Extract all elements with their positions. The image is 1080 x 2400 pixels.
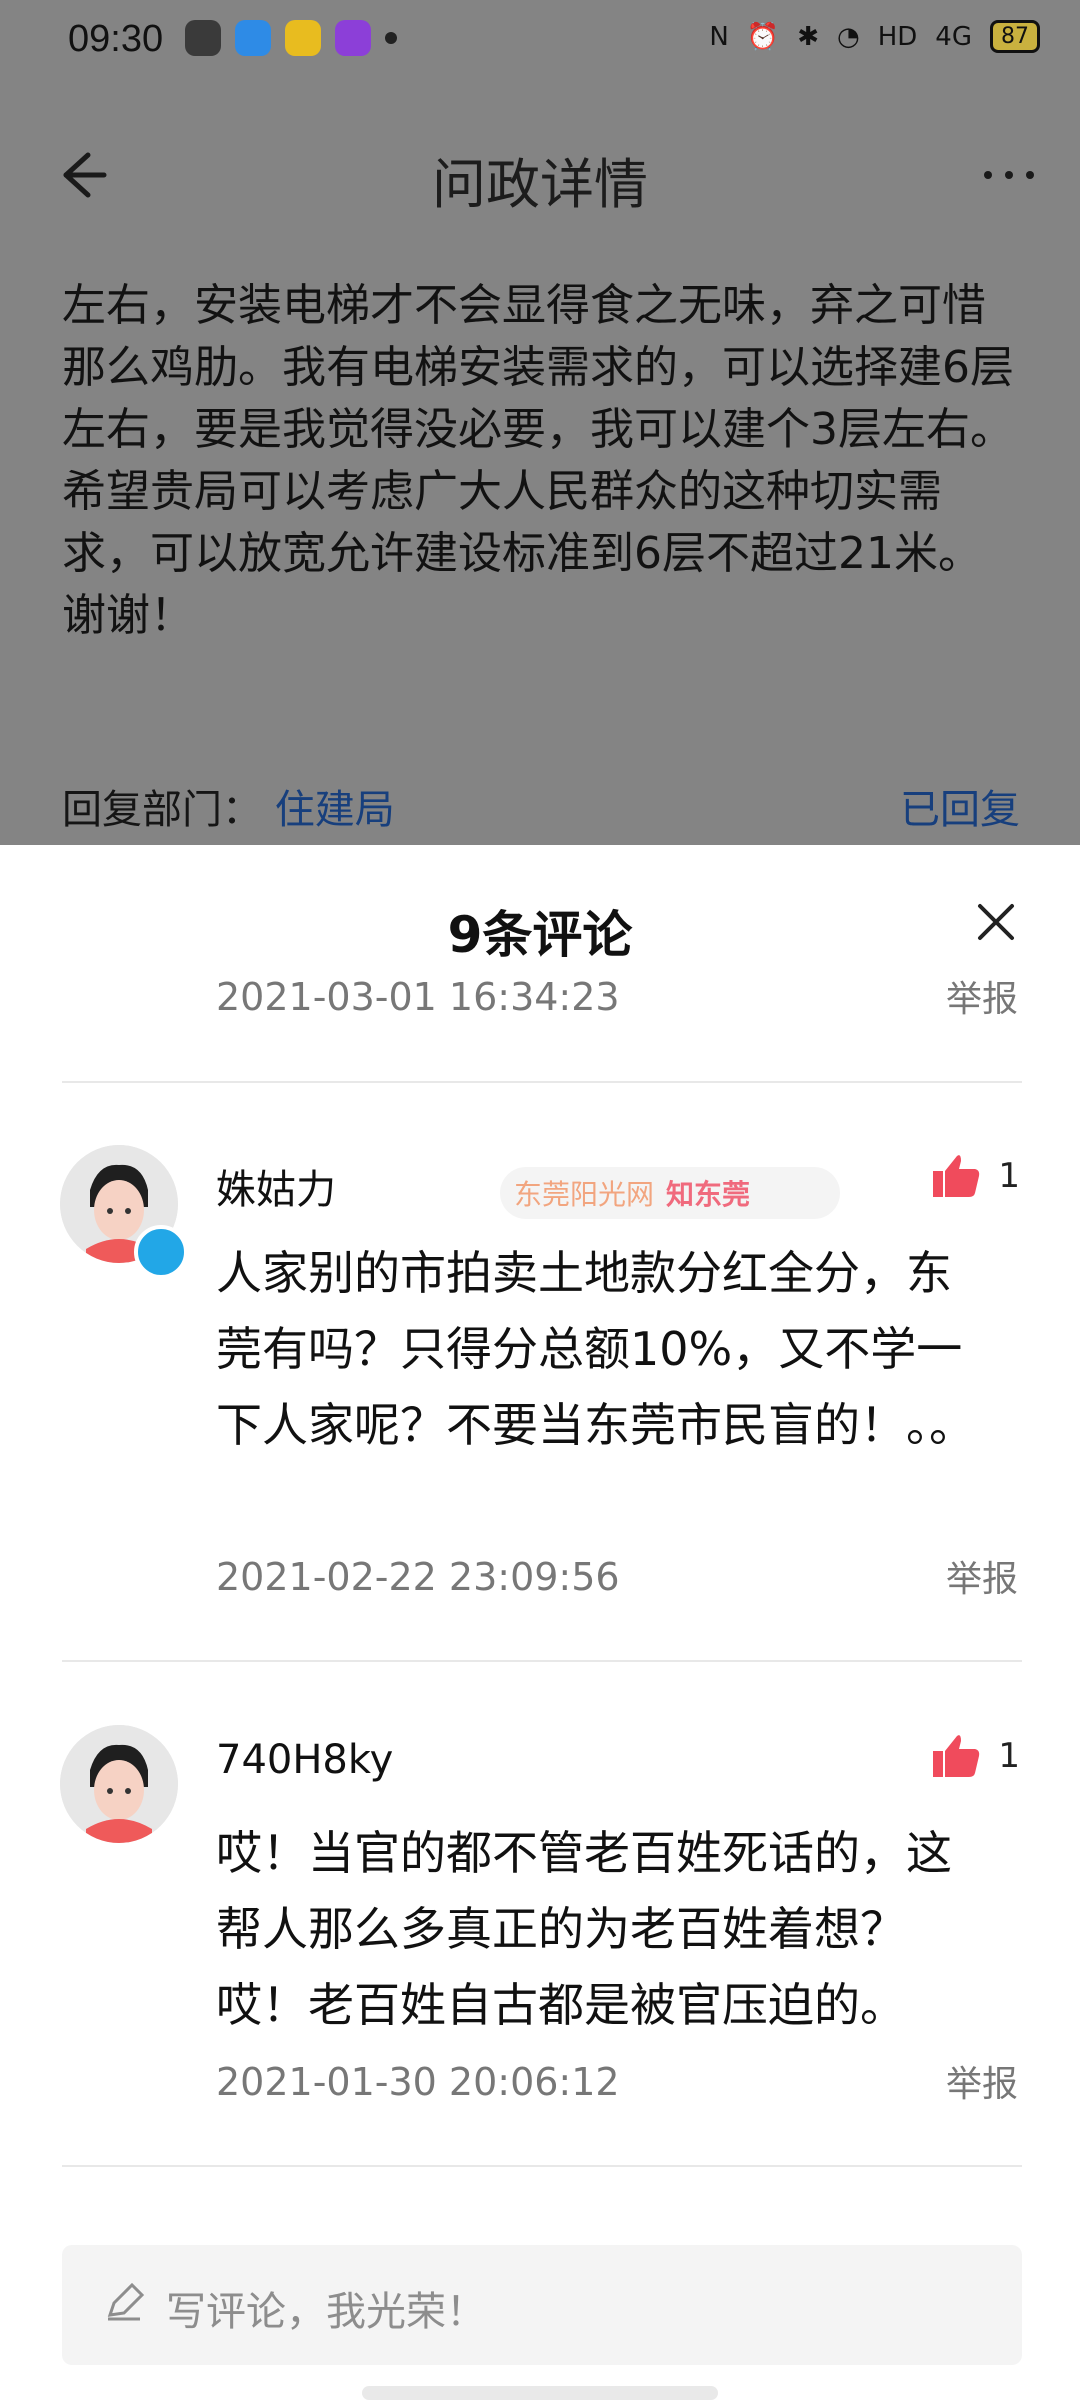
thumbs-up-icon <box>933 1155 980 1197</box>
wechat-icon <box>185 20 221 56</box>
comments-sheet: 9条评论 2021-03-01 16:34:23 举报 姝姑力 1 人家别的市拍… <box>0 845 1080 2400</box>
pen-icon <box>107 2282 145 2321</box>
comment-username: 姝姑力 <box>216 1167 336 1213</box>
report-button[interactable]: 举报 <box>946 1550 1018 1602</box>
notification-dot-icon <box>385 32 397 44</box>
like-button[interactable]: 1 <box>930 1153 1020 1199</box>
like-count: 1 <box>998 1736 1020 1776</box>
reply-department-link[interactable]: 住建局 <box>275 787 395 833</box>
bluetooth-icon: ✱ <box>797 21 820 52</box>
status-bar: 09:30 N ⏰ ✱ ◔ HD 4G 87 <box>0 0 1080 85</box>
reply-row: 回复部门： 住建局 已回复 <box>62 777 1020 835</box>
watermark: 东莞阳光网 知东莞 <box>500 1167 840 1219</box>
status-time: 09:30 <box>68 18 164 60</box>
comment-time: 2021-01-30 20:06:12 <box>216 2060 620 2104</box>
app-icon-yellow <box>285 20 321 56</box>
nfc-icon: N <box>709 21 729 52</box>
more-options-icon[interactable] <box>980 155 1038 195</box>
page-header: 问政详情 <box>0 85 1080 265</box>
watermark-left: 东莞阳光网 <box>514 1178 655 1211</box>
comment-time: 2021-02-22 23:09:56 <box>216 1555 620 1599</box>
battery-icon: 87 <box>990 20 1040 53</box>
male-gender-icon <box>134 1225 188 1279</box>
comment-placeholder: 写评论，我光荣！ <box>166 2289 486 2335</box>
divider <box>62 2165 1022 2167</box>
home-indicator[interactable] <box>362 2386 718 2400</box>
page-title: 问政详情 <box>432 153 648 216</box>
app-icon-purple <box>335 20 371 56</box>
alarm-icon: ⏰ <box>746 21 780 52</box>
clipped-comment-time: 2021-03-01 16:34:23 <box>216 975 620 1019</box>
like-count: 1 <box>998 1156 1020 1196</box>
article-body: 说人都觉得是个太合理的，起码应该允许建设6层左右，安装电梯才不会显得食之无味，弃… <box>0 265 1080 845</box>
clipped-report-button[interactable]: 举报 <box>946 970 1018 1022</box>
article-text: 说人都觉得是个太合理的，起码应该允许建设6层左右，安装电梯才不会显得食之无味，弃… <box>62 265 1014 641</box>
like-button[interactable]: 1 <box>930 1733 1020 1779</box>
divider <box>62 1660 1022 1662</box>
reply-status: 已回复 <box>900 787 1020 833</box>
comment-username: 740H8ky <box>216 1737 394 1783</box>
status-right-icons: N ⏰ ✱ ◔ HD 4G 87 <box>709 20 1040 53</box>
watermark-right: 知东莞 <box>666 1178 751 1211</box>
comment-input[interactable]: 写评论，我光荣！ <box>62 2245 1022 2365</box>
avatar <box>60 1725 178 1843</box>
report-button[interactable]: 举报 <box>946 2055 1018 2107</box>
wifi-icon: ◔ <box>837 21 860 52</box>
avatar-face-icon <box>60 1725 178 1843</box>
app-icon-blue <box>235 20 271 56</box>
reply-label: 回复部门： <box>62 787 262 833</box>
close-icon[interactable] <box>974 900 1018 944</box>
status-app-icons <box>185 20 397 56</box>
comments-title: 9条评论 <box>447 906 633 964</box>
thumbs-up-icon <box>933 1735 980 1777</box>
signal-icon: 4G <box>935 21 972 52</box>
divider <box>62 1081 1022 1083</box>
comment-text: 人家别的市拍卖土地款分红全分，东莞有吗？只得分总额10%，又不学一下人家呢？不要… <box>216 1246 975 1452</box>
comment-text: 哎！当官的都不管老百姓死话的，这帮人那么多真正的为老百姓着想？哎！老百姓自古都是… <box>216 1826 952 2032</box>
hd-icon: HD <box>877 21 918 52</box>
